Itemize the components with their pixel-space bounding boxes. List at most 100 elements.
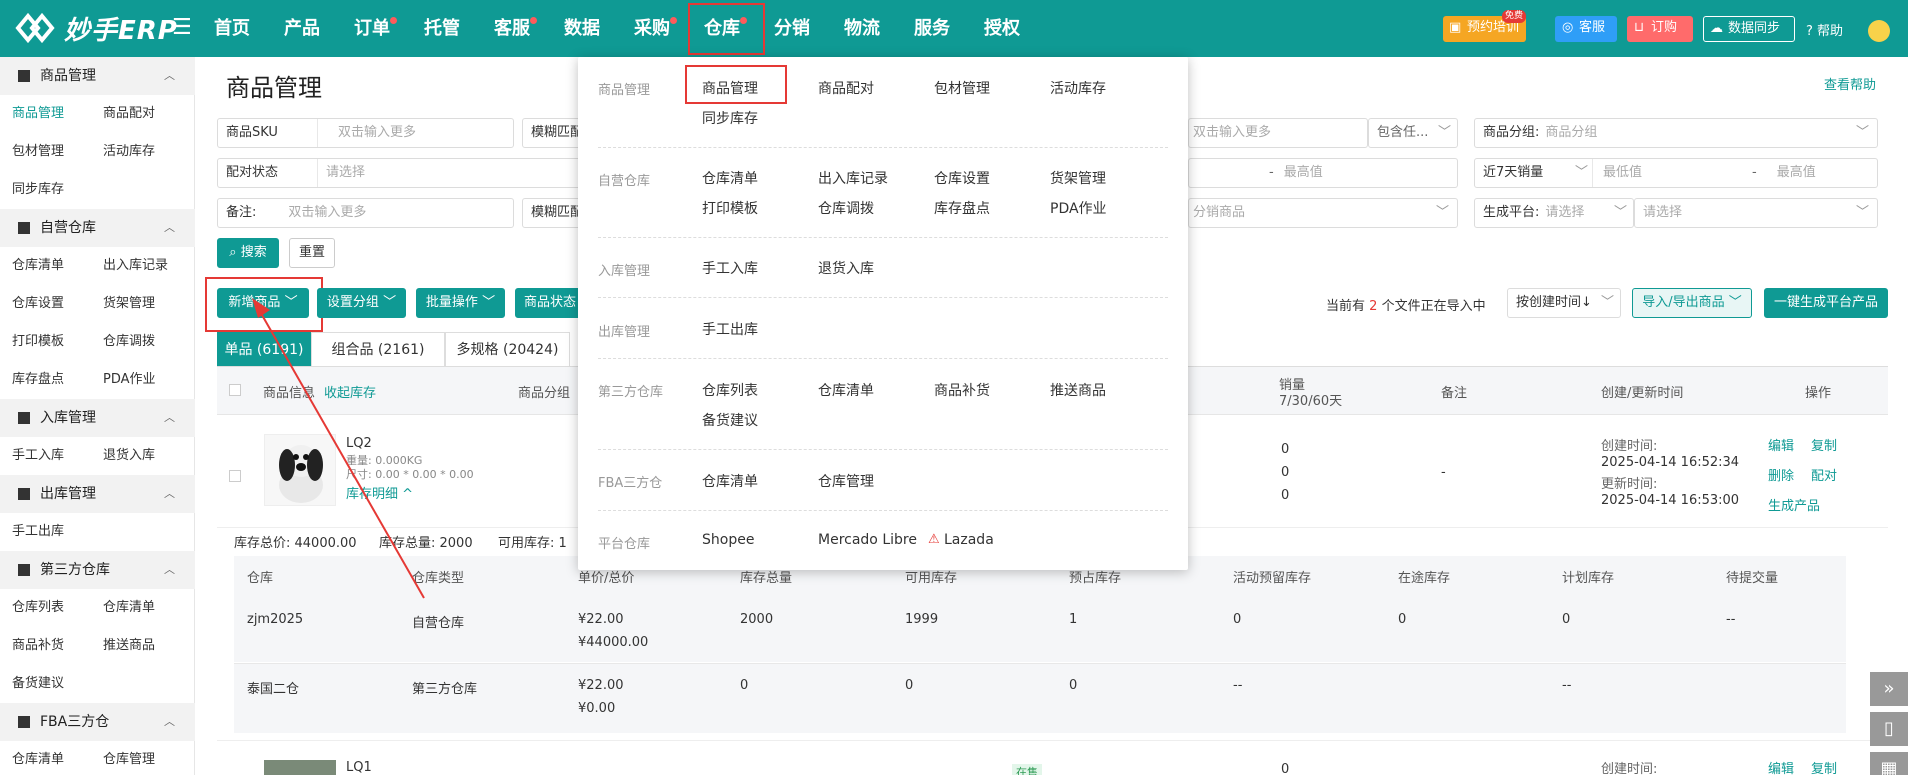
tab-variants[interactable]: 多规格 (20424) — [445, 332, 570, 366]
generate-button[interactable]: 一键生成平台产品 — [1764, 288, 1888, 318]
sidebar-item-transfer[interactable]: 仓库调拨 — [103, 332, 155, 352]
dd-item-inventory-check[interactable]: 库存盘点 — [934, 198, 990, 218]
sidebar-item-sync-stock[interactable]: 同步库存 — [12, 180, 64, 200]
sidebar-item-warehouse-list[interactable]: 仓库清单 — [12, 256, 64, 276]
help-link[interactable]: ? 帮助 — [1806, 20, 1843, 39]
dd-item-manual-outbound[interactable]: 手工出库 — [702, 319, 758, 339]
dd-item-fba-list[interactable]: 仓库清单 — [702, 471, 758, 491]
product-status-button[interactable]: 商品状态 — [515, 288, 583, 318]
dd-item-pda[interactable]: PDA作业 — [1050, 198, 1107, 218]
reset-button[interactable]: 重置 — [289, 238, 335, 268]
platform-select[interactable]: 生成平台: 请选择 ﹀ — [1474, 198, 1634, 228]
dd-item-shopee[interactable]: Shopee — [702, 532, 754, 548]
range-max-input[interactable]: - 最高值 — [1188, 158, 1458, 188]
sidebar-item-inventory-check[interactable]: 库存盘点 — [12, 370, 64, 390]
sidebar-item-product-management[interactable]: 商品管理 — [12, 104, 64, 124]
dd-item-warehouse-settings[interactable]: 仓库设置 — [934, 168, 990, 188]
sidebar-item-manual-outbound[interactable]: 手工出库 — [12, 522, 64, 542]
order-button[interactable]: ⊔ 订购 — [1627, 16, 1693, 42]
sort-select[interactable]: 按创建时间↓ ﹀ — [1507, 288, 1621, 318]
sidebar-item-packaging[interactable]: 包材管理 — [12, 142, 64, 162]
sidebar-item-io-records[interactable]: 出入库记录 — [103, 256, 168, 276]
sidebar-item-fba-list[interactable]: 仓库清单 — [12, 750, 64, 770]
sidebar-item-stocking-advice[interactable]: 备货建议 — [12, 674, 64, 694]
nav-products[interactable]: 产品 — [284, 0, 320, 57]
nav-services[interactable]: 服务 — [914, 0, 950, 57]
include-select[interactable]: 包含任... ﹀ — [1368, 118, 1458, 148]
nav-service[interactable]: 客服 — [494, 0, 537, 57]
search-button[interactable]: ⌕ 搜索 — [217, 238, 279, 268]
sidebar-item-warehouse-inventory-3p[interactable]: 仓库清单 — [103, 598, 155, 618]
sidebar-item-product-pairing[interactable]: 商品配对 — [103, 104, 155, 124]
sku-field[interactable]: 商品SKU 双击输入更多 — [217, 118, 514, 148]
menu-toggle-icon[interactable]: ☰ — [172, 17, 192, 39]
dd-item-mercado-libre[interactable]: Mercado Libre — [818, 532, 917, 548]
dd-item-restock[interactable]: 商品补货 — [934, 380, 990, 400]
sidebar-group-product[interactable]: 商品管理 ︿ — [0, 57, 195, 95]
note-field[interactable]: 备注: 双击输入更多 — [217, 198, 514, 228]
dd-item-product-management[interactable]: 商品管理 — [702, 78, 758, 98]
dd-item-stocking-advice[interactable]: 备货建议 — [702, 410, 758, 430]
app-logo[interactable]: 妙手ERP — [14, 10, 178, 46]
sync-button[interactable]: ☁ 数据同步 — [1703, 16, 1795, 42]
pair-status-select[interactable]: 配对状态 请选择 — [217, 158, 588, 188]
sidebar-item-activity-stock[interactable]: 活动库存 — [103, 142, 155, 162]
sidebar-group-inbound[interactable]: 入库管理 ︿ — [0, 399, 195, 437]
nav-authorize[interactable]: 授权 — [984, 0, 1020, 57]
sales-range[interactable]: 近7天销量 ﹀ 最低值 - 最高值 — [1474, 158, 1878, 188]
nav-purchase[interactable]: 采购 — [634, 0, 677, 57]
dd-item-return-inbound[interactable]: 退货入库 — [818, 258, 874, 278]
dd-item-push-products[interactable]: 推送商品 — [1050, 380, 1106, 400]
sidebar-item-pda[interactable]: PDA作业 — [103, 370, 156, 390]
nav-orders[interactable]: 订单 — [354, 0, 397, 57]
mobile-icon[interactable]: ▯ — [1870, 712, 1908, 746]
sidebar-group-third-party[interactable]: 第三方仓库 ︿ — [0, 551, 195, 589]
sidebar-item-restock[interactable]: 商品补货 — [12, 636, 64, 656]
dd-item-lazada[interactable]: Lazada — [944, 532, 994, 548]
nav-hosting[interactable]: 托管 — [424, 0, 460, 57]
sidebar-item-warehouse-settings[interactable]: 仓库设置 — [12, 294, 64, 314]
copy-link[interactable]: 复制 — [1811, 758, 1837, 775]
dd-item-manual-inbound[interactable]: 手工入库 — [702, 258, 758, 278]
group-select[interactable]: 商品分组: 商品分组 ﹀ — [1474, 118, 1878, 148]
nav-logistics[interactable]: 物流 — [844, 0, 880, 57]
sidebar-item-fba-manage[interactable]: 仓库管理 — [103, 750, 155, 770]
dd-item-print-template[interactable]: 打印模板 — [702, 198, 758, 218]
nav-distribution[interactable]: 分销 — [774, 0, 810, 57]
service-button[interactable]: ◎ 客服 — [1555, 16, 1617, 42]
sidebar-item-return-inbound[interactable]: 退货入库 — [103, 446, 155, 466]
product-name[interactable]: LQ1 — [346, 760, 372, 775]
sidebar-group-outbound[interactable]: 出库管理 ︿ — [0, 475, 195, 513]
sidebar-item-print-template[interactable]: 打印模板 — [12, 332, 64, 352]
dd-item-warehouse-list-3p[interactable]: 仓库列表 — [702, 380, 758, 400]
pair-link[interactable]: 配对 — [1811, 465, 1837, 484]
dd-item-packaging[interactable]: 包材管理 — [934, 78, 990, 98]
dd-item-warehouse-inventory-3p[interactable]: 仓库清单 — [818, 380, 874, 400]
sidebar-item-shelf[interactable]: 货架管理 — [103, 294, 155, 314]
multi-input[interactable]: 双击输入更多 — [1188, 118, 1368, 148]
sidebar-group-own-warehouse[interactable]: 自营仓库 ︿ — [0, 209, 195, 247]
sidebar-group-fba[interactable]: FBA三方仓 ︿ — [0, 703, 195, 741]
dd-item-product-pairing[interactable]: 商品配对 — [818, 78, 874, 98]
dd-item-transfer[interactable]: 仓库调拨 — [818, 198, 874, 218]
qr-icon[interactable]: ▦ — [1870, 752, 1908, 775]
expand-icon[interactable]: » — [1870, 672, 1908, 706]
sidebar-item-manual-inbound[interactable]: 手工入库 — [12, 446, 64, 466]
dd-item-activity-stock[interactable]: 活动库存 — [1050, 78, 1106, 98]
import-export-button[interactable]: 导入/导出商品 ﹀ — [1632, 288, 1752, 318]
sidebar-item-push-products[interactable]: 推送商品 — [103, 636, 155, 656]
platform-sub-select[interactable]: 请选择 ﹀ — [1634, 198, 1878, 228]
distribution-select[interactable]: 分销商品 ﹀ — [1188, 198, 1458, 228]
edit-link[interactable]: 编辑 — [1768, 435, 1794, 454]
copy-link[interactable]: 复制 — [1811, 435, 1837, 454]
nav-data[interactable]: 数据 — [564, 0, 600, 57]
dd-item-shelf[interactable]: 货架管理 — [1050, 168, 1106, 188]
nav-home[interactable]: 首页 — [214, 0, 250, 57]
dd-item-warehouse-list[interactable]: 仓库清单 — [702, 168, 758, 188]
help-link[interactable]: 查看帮助 — [1824, 74, 1876, 93]
sidebar-item-warehouse-list-3p[interactable]: 仓库列表 — [12, 598, 64, 618]
edit-link[interactable]: 编辑 — [1768, 758, 1794, 775]
generate-product-link[interactable]: 生成产品 — [1768, 495, 1820, 514]
dd-item-sync-stock[interactable]: 同步库存 — [702, 108, 758, 128]
dd-item-fba-manage[interactable]: 仓库管理 — [818, 471, 874, 491]
